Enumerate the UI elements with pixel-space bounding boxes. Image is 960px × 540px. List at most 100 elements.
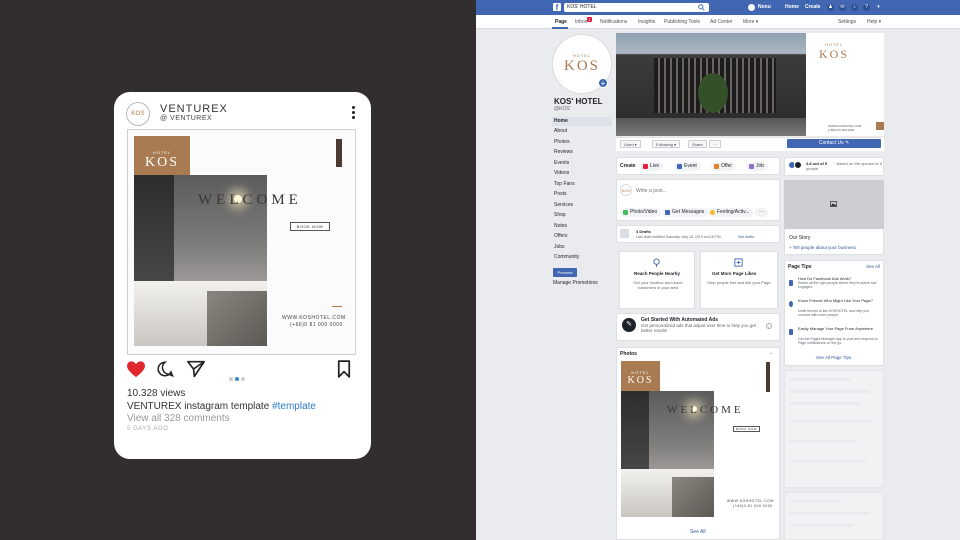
tab-page[interactable]: Page: [555, 19, 567, 25]
decorative-line: [332, 306, 342, 307]
offer-button[interactable]: Offer: [711, 162, 737, 171]
job-button[interactable]: Job: [746, 162, 769, 171]
photo-video-label: Photo/Video: [630, 209, 658, 215]
more-actions-button[interactable]: ···: [709, 140, 721, 148]
more-options-icon[interactable]: [352, 106, 355, 121]
photos-menu-icon[interactable]: ⌄: [769, 350, 773, 356]
search-input[interactable]: [564, 3, 709, 12]
messenger-icon[interactable]: ✉: [839, 4, 846, 11]
placeholder-line: [790, 440, 856, 443]
sidebar-item-community[interactable]: Community: [552, 253, 612, 262]
offer-label: Offer: [721, 163, 733, 169]
bookmark-icon[interactable]: [337, 360, 351, 378]
photo-video-button[interactable]: Photo/Video: [620, 208, 662, 217]
tip-1-desc: Reach all the right people where they're…: [798, 281, 877, 289]
following-button[interactable]: Following ▾: [652, 140, 681, 148]
tell-people-link[interactable]: + Tell people about your business: [789, 245, 856, 250]
decorative-bar: [336, 139, 342, 167]
active-tab-underline: [552, 27, 568, 29]
faded-card: [784, 370, 884, 488]
home-link[interactable]: Home: [785, 4, 799, 10]
tip-3-desc: Get the Pages Manager app to post and re…: [798, 337, 878, 345]
invite-friends-icon: [789, 301, 793, 307]
sidebar-item-photos[interactable]: Photos: [552, 138, 612, 147]
friends-icon[interactable]: ♟: [827, 4, 834, 11]
photo-decorative-bar: [766, 362, 770, 392]
sidebar-item-shop[interactable]: Shop: [552, 211, 612, 220]
account-name[interactable]: VENTUREX: [160, 103, 228, 115]
sidebar-item-services[interactable]: Services: [552, 201, 612, 210]
cover-phone: (+66)0 81 000 0000: [828, 128, 855, 132]
notifications-icon[interactable]: ♪: [851, 4, 858, 11]
profile-avatar[interactable]: [748, 4, 755, 11]
help-icon[interactable]: ?: [863, 4, 870, 11]
tip-3-title[interactable]: Easily Manage Your Page From Anywhere: [798, 326, 880, 331]
tab-more[interactable]: More ▾: [743, 19, 758, 25]
ads-chart-icon: [789, 280, 793, 286]
promote-button[interactable]: Promote: [553, 268, 577, 277]
photo-thumbnail[interactable]: HOTEL KOS WELCOME BOOK NOW WWW.KOSHOTEL.…: [619, 359, 777, 519]
book-now-button[interactable]: BOOK NOW: [290, 222, 330, 231]
tab-settings[interactable]: Settings: [838, 19, 856, 25]
image-placeholder-icon: [830, 201, 837, 207]
rating-description: · Based on the opinion of 8 people: [806, 161, 882, 171]
profile-link[interactable]: Nonu: [758, 4, 771, 10]
sidebar-item-home[interactable]: Home: [552, 117, 612, 126]
tab-insights[interactable]: Insights: [638, 19, 655, 25]
sidebar-item-notes[interactable]: Notes: [552, 222, 612, 231]
feeling-label: Feeling/Activ...: [717, 209, 750, 215]
account-menu-icon[interactable]: ▾: [875, 4, 882, 11]
post-image[interactable]: HOTEL KOS WELCOME BOOK NOW WWW.KOSHOTEL.…: [127, 129, 356, 355]
tip-2-title[interactable]: Know Friends Who Might Like Your Page?: [798, 298, 880, 303]
caption-text: VENTUREX instagram template: [127, 401, 270, 412]
heart-icon[interactable]: [126, 360, 146, 378]
sidebar-item-posts[interactable]: Posts: [552, 190, 612, 199]
search-icon[interactable]: [698, 4, 705, 11]
liked-button[interactable]: Liked ▾: [620, 140, 641, 148]
sidebar-item-about[interactable]: About: [552, 127, 612, 136]
sidebar-item-events[interactable]: Events: [552, 159, 612, 168]
tab-ad-center[interactable]: Ad Center: [710, 19, 733, 25]
photo-welcome-headline: WELCOME: [667, 404, 744, 416]
cover-brand-text: KOS: [818, 47, 849, 61]
tab-inbox[interactable]: Inbox: [575, 19, 587, 25]
avatar[interactable]: KOS: [126, 102, 150, 126]
composer-more-button[interactable]: ···: [755, 208, 768, 217]
event-button[interactable]: Event: [674, 162, 701, 171]
comment-icon[interactable]: [156, 360, 174, 378]
drafts-detail: Last draft modified Saturday, May 18, 20…: [636, 235, 722, 239]
see-all-page-tips-link[interactable]: See All Page Tips: [816, 355, 851, 360]
facebook-logo-icon[interactable]: f: [553, 3, 561, 12]
contact-us-button[interactable]: Contact Us ✎: [787, 139, 881, 148]
drafts-title[interactable]: 3 Drafts: [636, 229, 651, 234]
page-tips-see-all[interactable]: See All: [866, 264, 880, 269]
get-messages-button[interactable]: Get Messages: [662, 208, 709, 217]
sidebar-item-jobs[interactable]: Jobs: [552, 243, 612, 252]
inbox-badge: 1: [587, 17, 592, 22]
sidebar-item-videos[interactable]: Videos: [552, 169, 612, 178]
manage-promotions-link[interactable]: Manage Promotions: [553, 280, 598, 286]
add-photo-icon[interactable]: +: [598, 78, 608, 88]
info-icon[interactable]: i: [766, 323, 772, 329]
page-name[interactable]: KOS' HOTEL: [554, 97, 603, 106]
facebook-top-bar: [476, 0, 960, 15]
view-comments-link[interactable]: View all 328 comments: [127, 413, 230, 424]
hashtag-link[interactable]: #template: [272, 401, 316, 412]
photos-see-all-link[interactable]: See All: [690, 529, 706, 535]
tab-publishing-tools[interactable]: Publishing Tools: [664, 19, 700, 25]
composer-input[interactable]: [636, 187, 766, 195]
feeling-activity-button[interactable]: Feeling/Activ...: [707, 208, 754, 217]
create-link[interactable]: Create: [805, 4, 821, 10]
share-button[interactable]: Share: [688, 140, 707, 148]
sidebar-item-top-fans[interactable]: Top Fans: [552, 180, 612, 189]
tab-help[interactable]: Help ▾: [867, 19, 881, 25]
hotel-building-photo: [616, 33, 806, 136]
automated-ads-icon: ✎: [622, 318, 636, 332]
get-messages-label: Get Messages: [672, 209, 705, 215]
send-icon[interactable]: [186, 360, 206, 378]
see-drafts-link[interactable]: See drafts.: [738, 235, 755, 239]
live-button[interactable]: Live: [640, 162, 664, 171]
tab-notifications[interactable]: Notifications: [600, 19, 627, 25]
sidebar-item-offers[interactable]: Offers: [552, 232, 612, 241]
sidebar-item-reviews[interactable]: Reviews: [552, 148, 612, 157]
